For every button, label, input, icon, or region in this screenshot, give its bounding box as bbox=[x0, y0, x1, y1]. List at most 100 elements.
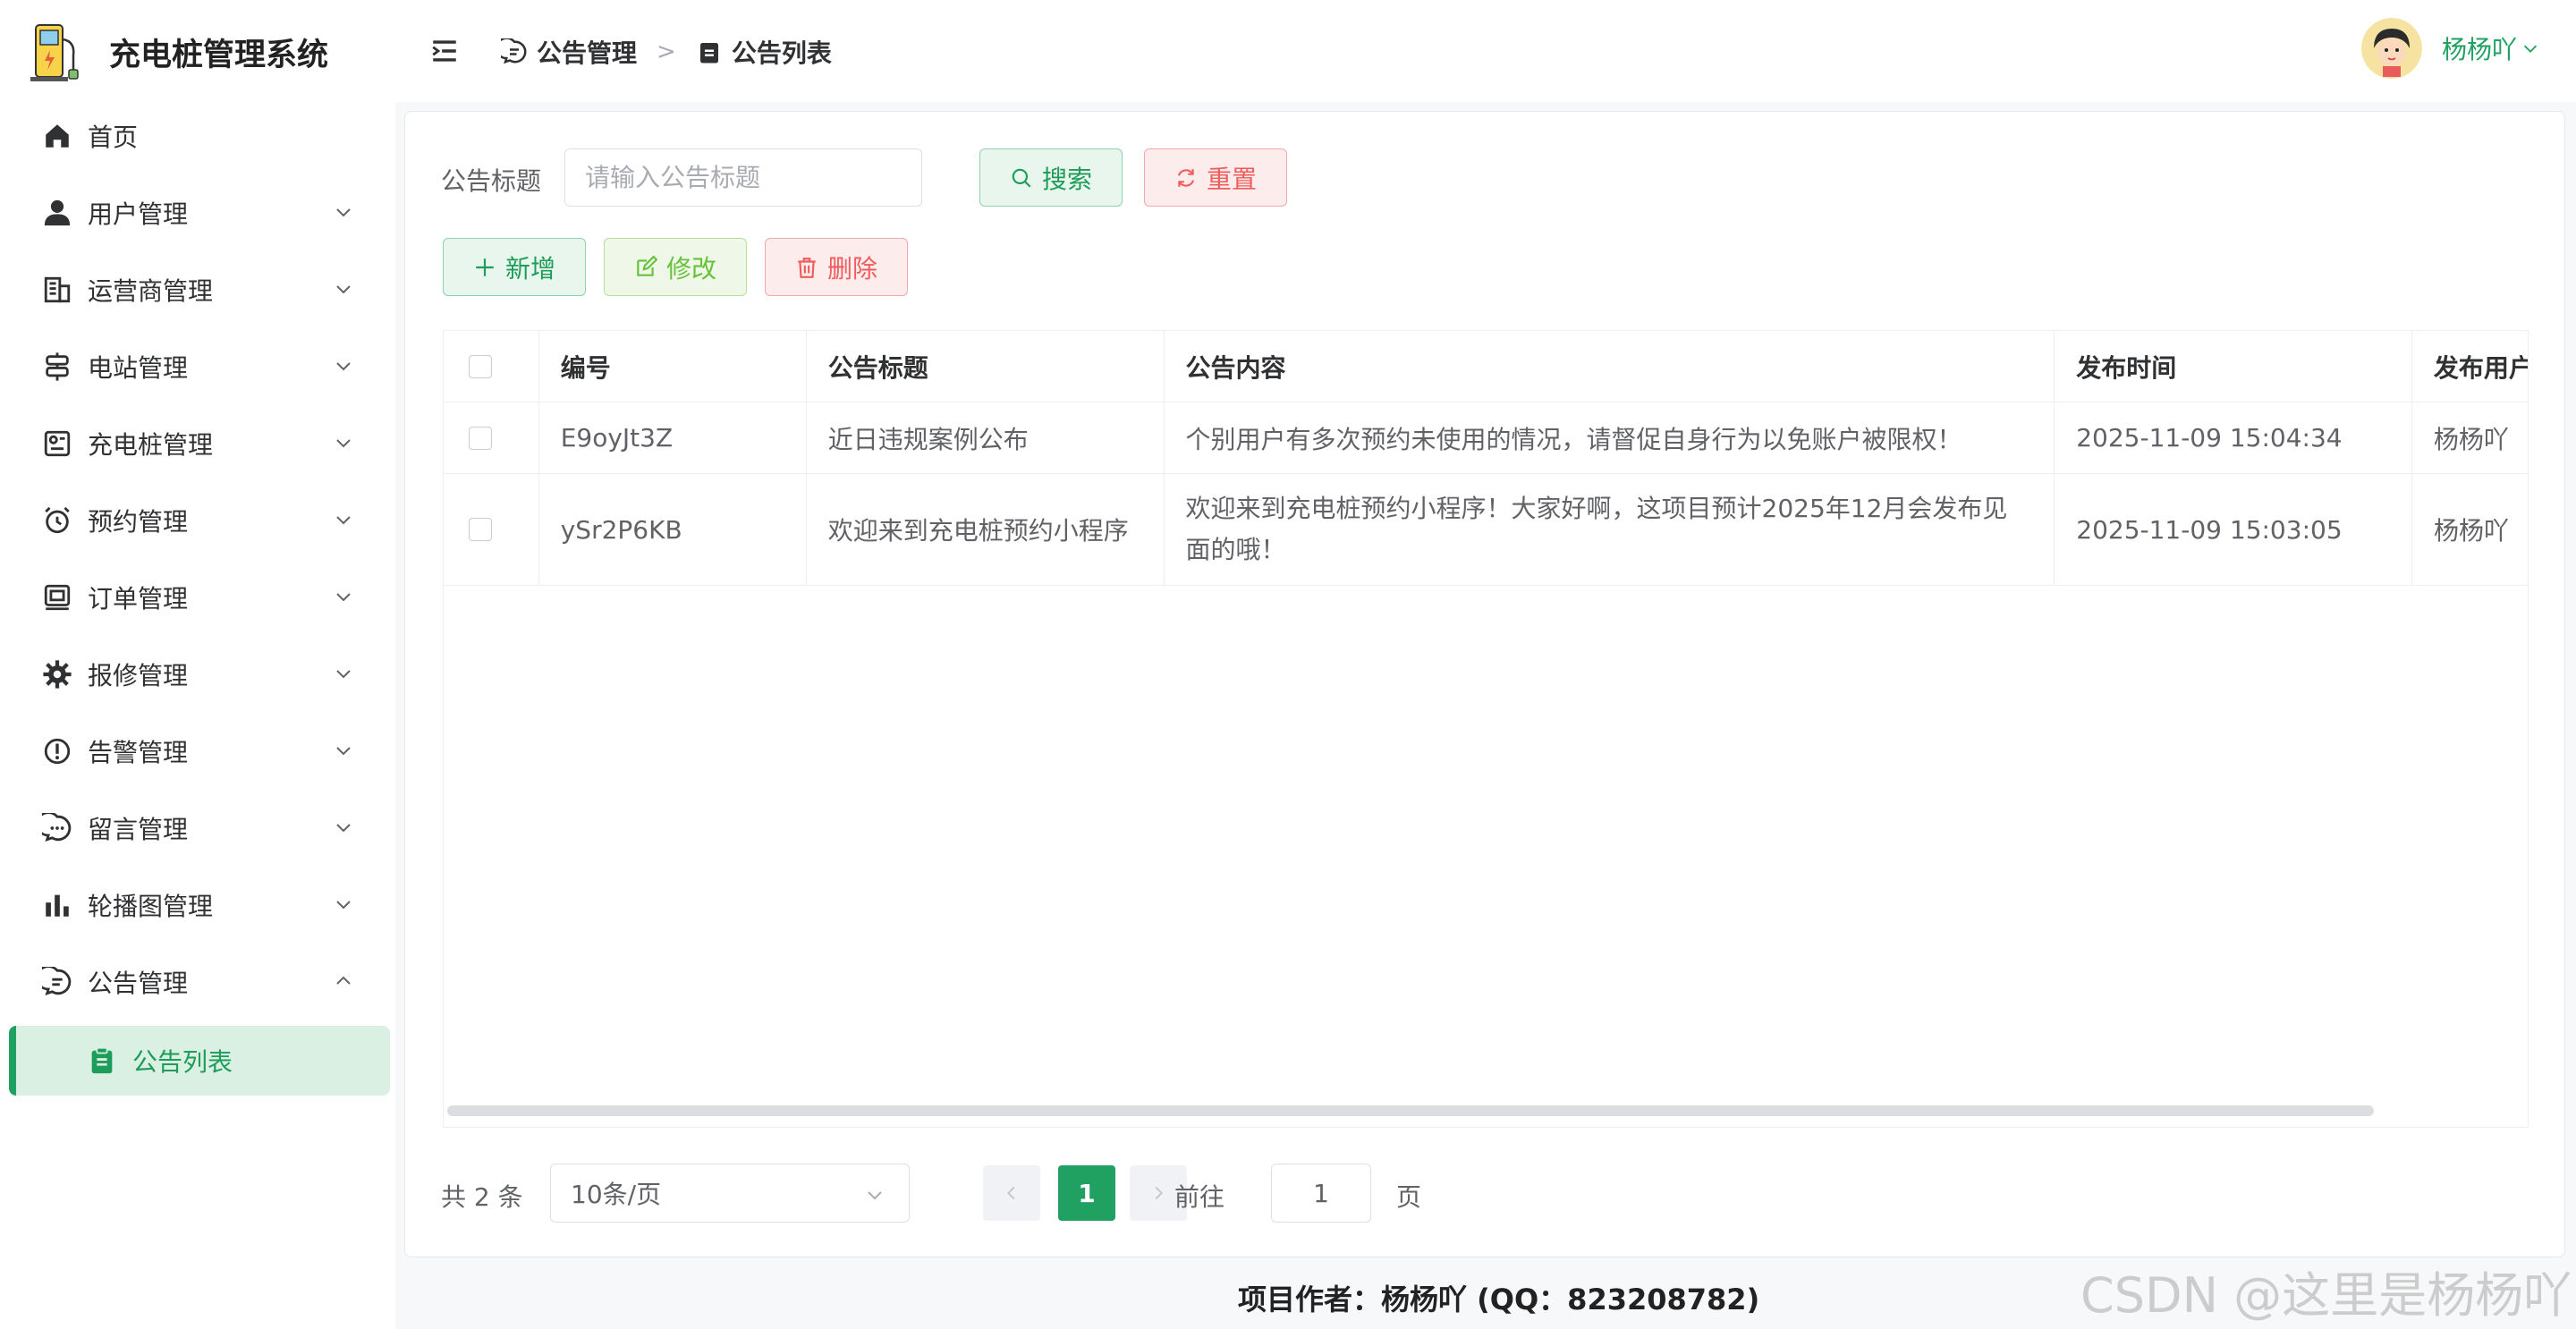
user-name: 杨杨吖 bbox=[2442, 35, 2518, 64]
row-checkbox[interactable] bbox=[469, 518, 492, 541]
station-icon bbox=[41, 351, 73, 383]
title-search-input[interactable] bbox=[564, 148, 922, 207]
sidebar-item-chargers[interactable]: 充电桩管理 bbox=[0, 405, 395, 482]
trash-icon bbox=[798, 257, 816, 278]
alarm-clock-icon bbox=[41, 504, 73, 537]
sidebar-item-label: 首页 bbox=[88, 123, 139, 152]
sidebar-item-label: 报修管理 bbox=[88, 661, 189, 690]
prev-page-button[interactable] bbox=[983, 1165, 1040, 1221]
select-all-checkbox[interactable] bbox=[469, 354, 492, 378]
sidebar-item-reservations[interactable]: 预约管理 bbox=[0, 482, 395, 559]
chevron-down-icon bbox=[336, 747, 351, 756]
search-button[interactable]: 搜索 bbox=[979, 148, 1123, 207]
user-icon bbox=[41, 197, 73, 229]
row-checkbox[interactable] bbox=[469, 426, 492, 450]
table-row[interactable]: E9oyJt3Z 近日违规案例公布 个别用户有多次预约未使用的情况，请督促自身行… bbox=[444, 402, 2528, 474]
chevron-down-icon bbox=[336, 439, 351, 448]
breadcrumb-item-current: 公告列表 bbox=[731, 38, 832, 68]
charger-icon bbox=[41, 427, 73, 460]
home-icon bbox=[41, 120, 73, 152]
page-number-current[interactable]: 1 bbox=[1058, 1165, 1115, 1221]
user-menu[interactable]: 杨杨吖 bbox=[2361, 18, 2540, 79]
page-size-select[interactable]: 10条/页 bbox=[550, 1164, 910, 1223]
breadcrumb-item[interactable]: 公告管理 bbox=[537, 34, 637, 70]
cell-user: 杨杨吖 bbox=[2412, 402, 2528, 473]
sidebar-item-messages[interactable]: 留言管理 bbox=[0, 790, 395, 867]
sidebar-item-label: 留言管理 bbox=[88, 815, 189, 844]
gear-icon bbox=[41, 658, 73, 690]
header-cell[interactable]: 发布时间 bbox=[2055, 331, 2412, 402]
chevron-down-icon bbox=[336, 824, 351, 833]
delete-button[interactable]: 删除 bbox=[765, 238, 908, 296]
sidebar-item-label: 订单管理 bbox=[88, 584, 189, 614]
header-cell[interactable]: 公告内容 bbox=[1165, 331, 2055, 402]
charging-station-logo bbox=[30, 24, 79, 81]
reset-button-label: 重置 bbox=[1206, 164, 1257, 194]
plus-icon bbox=[476, 258, 494, 276]
order-icon bbox=[41, 581, 73, 614]
sidebar-item-users[interactable]: 用户管理 bbox=[0, 174, 395, 251]
pagination-total: 共 2 条 bbox=[441, 1182, 523, 1212]
table-row[interactable]: ySr2P6KB 欢迎来到充电桩预约小程序 欢迎来到充电桩预约小程序！大家好啊，… bbox=[444, 474, 2528, 586]
cell-id: E9oyJt3Z bbox=[539, 402, 807, 473]
app-title: 充电桩管理系统 bbox=[109, 37, 329, 73]
sidebar-item-alerts[interactable]: 告警管理 bbox=[0, 713, 395, 790]
chevron-down-icon bbox=[336, 362, 351, 371]
clipboard-icon bbox=[699, 43, 718, 63]
sidebar-item-label: 公告管理 bbox=[88, 969, 189, 998]
sidebar-item-announcement-list[interactable]: 公告列表 bbox=[9, 1026, 390, 1096]
sidebar-item-label: 运营商管理 bbox=[88, 276, 214, 306]
edit-button-label: 修改 bbox=[665, 253, 716, 284]
menu-fold-icon[interactable] bbox=[429, 36, 460, 66]
page-suffix-label: 页 bbox=[1396, 1182, 1422, 1212]
clipboard-icon bbox=[86, 1045, 118, 1077]
horizontal-scrollbar[interactable] bbox=[447, 1105, 2374, 1116]
chat-line-icon bbox=[41, 966, 73, 998]
brand: 充电桩管理系统 bbox=[27, 18, 328, 86]
chevron-down-icon bbox=[336, 516, 351, 525]
refresh-icon bbox=[1177, 168, 1195, 187]
reset-button[interactable]: 重置 bbox=[1144, 148, 1287, 207]
sidebar-item-announcements[interactable]: 公告管理 bbox=[0, 944, 395, 1020]
edit-button[interactable]: 修改 bbox=[604, 238, 747, 296]
sidebar-item-label: 公告列表 bbox=[132, 1047, 233, 1077]
search-icon bbox=[1012, 168, 1031, 188]
add-button[interactable]: 新增 bbox=[443, 238, 586, 296]
header-cell[interactable]: 编号 bbox=[539, 331, 807, 402]
row-checkbox-cell bbox=[444, 474, 539, 585]
chevron-down-icon bbox=[336, 901, 351, 910]
sidebar-item-repairs[interactable]: 报修管理 bbox=[0, 636, 395, 713]
sidebar-item-label: 充电桩管理 bbox=[88, 430, 214, 460]
top-bar: 公告管理 > 公告列表 杨杨吖 bbox=[395, 0, 2576, 102]
goto-page-input[interactable] bbox=[1271, 1164, 1371, 1223]
chevron-up-icon bbox=[336, 976, 351, 985]
header-cell[interactable]: 发布用户 bbox=[2412, 331, 2528, 402]
row-checkbox-cell bbox=[444, 402, 539, 473]
sidebar-item-stations[interactable]: 电站管理 bbox=[0, 328, 395, 405]
header-cell[interactable]: 公告标题 bbox=[807, 331, 1165, 402]
sidebar-item-carousel[interactable]: 轮播图管理 bbox=[0, 867, 395, 944]
sidebar: 充电桩管理系统 首页 用户管理 运营商管理 电站管理 充电桩管理 预约管理 订单… bbox=[0, 0, 395, 1329]
sidebar-menu: 首页 用户管理 运营商管理 电站管理 充电桩管理 预约管理 订单管理 报修管理 … bbox=[0, 97, 395, 1096]
sidebar-item-home[interactable]: 首页 bbox=[0, 97, 395, 174]
cell-time: 2025-11-09 15:03:05 bbox=[2055, 474, 2412, 585]
sidebar-item-label: 告警管理 bbox=[88, 738, 189, 767]
sidebar-item-label: 预约管理 bbox=[88, 507, 189, 537]
chevron-down-icon bbox=[868, 1191, 882, 1200]
cell-user: 杨杨吖 bbox=[2412, 474, 2528, 585]
cell-content: 个别用户有多次预约未使用的情况，请督促自身行为以免账户被限权！ bbox=[1165, 402, 2055, 473]
chevron-right-icon bbox=[1155, 1186, 1163, 1200]
sidebar-item-label: 轮播图管理 bbox=[88, 892, 214, 921]
sidebar-item-orders[interactable]: 订单管理 bbox=[0, 559, 395, 636]
cell-id: ySr2P6KB bbox=[539, 474, 807, 585]
sidebar-item-label: 电站管理 bbox=[88, 353, 189, 383]
chevron-down-icon bbox=[336, 208, 351, 217]
chevron-down-icon bbox=[2523, 45, 2538, 53]
bar-chart-icon bbox=[41, 889, 73, 921]
cell-content: 欢迎来到充电桩预约小程序！大家好啊，这项目预计2025年12月会发布见面的哦！ bbox=[1165, 474, 2055, 585]
cell-title: 欢迎来到充电桩预约小程序 bbox=[807, 474, 1165, 585]
goto-label: 前往 bbox=[1174, 1182, 1225, 1212]
breadcrumb-separator: > bbox=[657, 38, 676, 65]
sidebar-item-operators[interactable]: 运营商管理 bbox=[0, 251, 395, 328]
pagination: 共 2 条 10条/页 1 前往 页 bbox=[441, 1164, 1514, 1223]
